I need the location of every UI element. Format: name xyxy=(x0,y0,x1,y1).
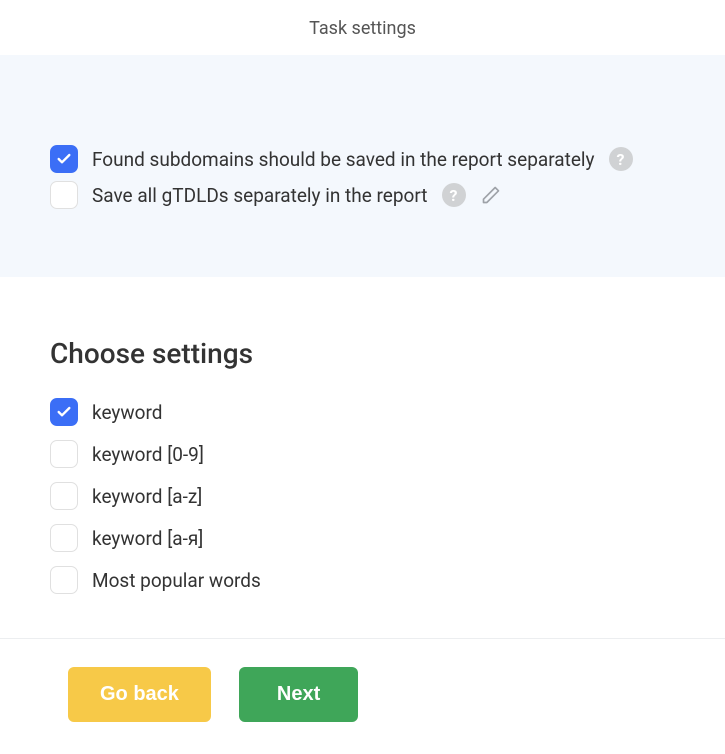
help-icon[interactable]: ? xyxy=(609,147,633,171)
keywordcyr-checkbox[interactable] xyxy=(50,524,78,552)
gtlds-label: Save all gTDLDs separately in the report xyxy=(92,184,428,207)
help-glyph: ? xyxy=(450,186,458,205)
setting-keyword-row: keyword xyxy=(50,398,675,426)
page-title: Task settings xyxy=(0,18,725,39)
option-gtlds-row: Save all gTDLDs separately in the report… xyxy=(50,181,675,209)
setting-keywordcyr-row: keyword [а-я] xyxy=(50,524,675,552)
top-options-panel: Found subdomains should be saved in the … xyxy=(0,55,725,277)
popular-label: Most popular words xyxy=(92,569,261,592)
keywordcyr-label: keyword [а-я] xyxy=(92,527,203,550)
keywordaz-checkbox[interactable] xyxy=(50,482,78,510)
keyword09-checkbox[interactable] xyxy=(50,440,78,468)
check-icon xyxy=(56,404,72,420)
setting-keywordaz-row: keyword [a-z] xyxy=(50,482,675,510)
settings-list: keyword keyword [0-9] keyword [a-z] keyw… xyxy=(50,398,675,594)
subdomains-checkbox[interactable] xyxy=(50,145,78,173)
settings-panel: Choose settings keyword keyword [0-9] ke… xyxy=(0,277,725,638)
keyword09-label: keyword [0-9] xyxy=(92,443,204,466)
header: Task settings xyxy=(0,0,725,55)
popular-checkbox[interactable] xyxy=(50,566,78,594)
subdomains-label: Found subdomains should be saved in the … xyxy=(92,148,595,171)
pencil-icon[interactable] xyxy=(480,184,502,206)
next-button[interactable]: Next xyxy=(239,667,358,722)
setting-keyword09-row: keyword [0-9] xyxy=(50,440,675,468)
keyword-checkbox[interactable] xyxy=(50,398,78,426)
setting-popular-row: Most popular words xyxy=(50,566,675,594)
footer: Go back Next xyxy=(0,638,725,754)
check-icon xyxy=(56,151,72,167)
go-back-button[interactable]: Go back xyxy=(68,667,211,722)
help-glyph: ? xyxy=(617,150,625,169)
gtlds-checkbox[interactable] xyxy=(50,181,78,209)
keywordaz-label: keyword [a-z] xyxy=(92,485,202,508)
help-icon[interactable]: ? xyxy=(442,183,466,207)
option-subdomains-row: Found subdomains should be saved in the … xyxy=(50,145,675,173)
settings-title: Choose settings xyxy=(50,337,675,370)
keyword-label: keyword xyxy=(92,401,162,424)
